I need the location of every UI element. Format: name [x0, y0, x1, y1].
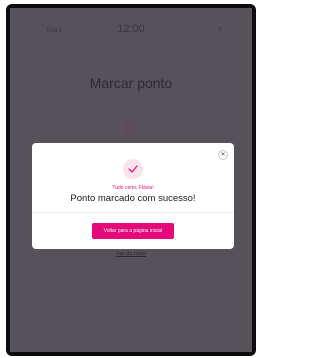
success-modal: ✕ Tudo certo, Flávia! Ponto marcado com … [32, 143, 234, 249]
logout-link[interactable]: Sair da conta [10, 251, 252, 257]
modal-subtitle: Tudo certo, Flávia! [112, 185, 154, 191]
menu-icon[interactable]: ≡ [218, 27, 222, 33]
page-title: Marcar ponto [89, 75, 173, 91]
status-bar: Tela 1 12:00 ≡ [10, 8, 252, 42]
modal-title: Ponto marcado com sucesso! [70, 193, 196, 204]
close-icon[interactable]: ✕ [218, 150, 228, 160]
back-to-home-button[interactable]: Voltar para a página inicial [92, 223, 174, 239]
modal-divider [32, 212, 234, 213]
check-icon [123, 159, 143, 179]
clock-time: 12:00 [117, 23, 145, 35]
app-screen: Tela 1 12:00 ≡ Marcar ponto Sair da cont… [10, 8, 252, 352]
clock-icon [126, 124, 134, 132]
